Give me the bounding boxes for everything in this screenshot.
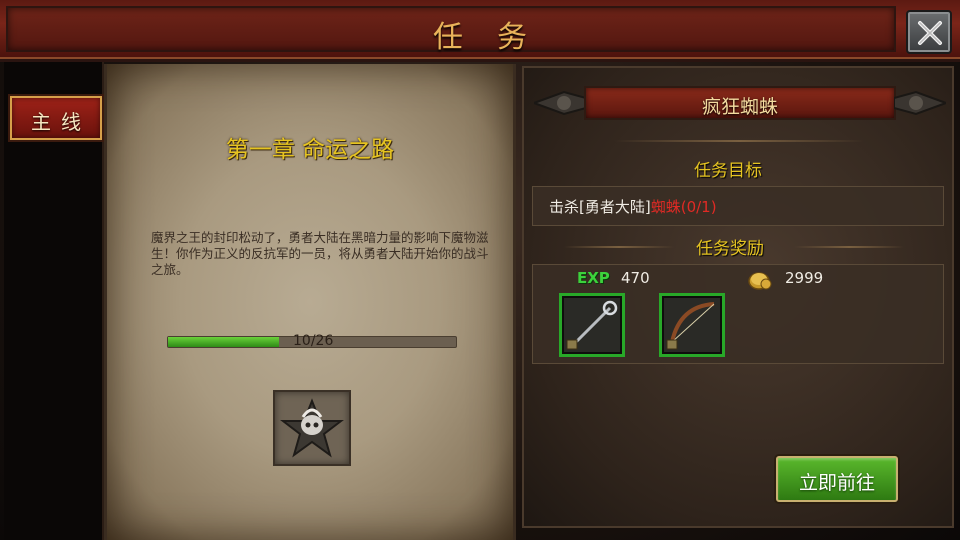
divider-top	[614, 140, 864, 142]
reward-item-bow[interactable]	[659, 293, 725, 357]
go-now-label: 立即前往	[798, 472, 875, 494]
star-skull-emblem-icon	[280, 398, 344, 458]
reward-box: EXP 470 2999	[532, 264, 944, 364]
reward-item-staff[interactable]	[559, 293, 625, 357]
banner-ornament-right-icon	[894, 90, 946, 116]
objective-box: 击杀[勇者大陆]蜘蛛(0/1)	[532, 186, 944, 226]
game-screen: 任务 主线 第一章 命运之路 魔界之王的封印松动了，勇者大陆在黑暗力量的影响下魔…	[0, 0, 960, 540]
close-button[interactable]	[906, 10, 952, 54]
gold-coin-icon	[748, 272, 772, 290]
close-icon	[918, 21, 942, 45]
staff-icon	[566, 300, 618, 350]
page-title: 任务	[433, 20, 561, 55]
chapter-progress-text: 10/26	[293, 333, 334, 349]
quest-name-banner: 疯狂蜘蛛	[584, 86, 896, 120]
chapter-story: 魔界之王的封印松动了，勇者大陆在黑暗力量的影响下魔物滋生！你作为正义的反抗军的一…	[151, 230, 489, 277]
objective-label: 任务目标	[694, 161, 762, 181]
divider-reward-left	[564, 246, 674, 248]
go-now-button[interactable]: 立即前往	[776, 456, 898, 502]
quest-name: 疯狂蜘蛛	[701, 96, 778, 118]
objective-target: 蜘蛛(0/1)	[650, 198, 717, 216]
chapter-progress-fill	[168, 337, 279, 347]
chapter-panel: 第一章 命运之路 魔界之王的封印松动了，勇者大陆在黑暗力量的影响下魔物滋生！你作…	[104, 64, 516, 540]
exp-label: EXP	[577, 269, 610, 287]
banner-ornament-left-icon	[534, 90, 586, 116]
divider-reward-right	[794, 246, 904, 248]
quest-detail-panel: 疯狂蜘蛛 任务目标 击杀[勇者大陆]蜘蛛(0/1) 任务奖励 EXP 470 2…	[522, 66, 954, 528]
exp-value: 470	[621, 269, 650, 287]
objective-prefix: 击杀[勇者大陆]	[549, 198, 651, 216]
tab-main-quest[interactable]: 主线	[10, 96, 102, 140]
objective-text: 击杀[勇者大陆]蜘蛛(0/1)	[549, 196, 717, 217]
bow-icon	[666, 302, 715, 350]
tab-main-label: 主线	[31, 110, 91, 134]
reward-label: 任务奖励	[696, 239, 764, 259]
gold-value: 2999	[785, 269, 824, 287]
chapter-badge	[273, 390, 351, 466]
chapter-title: 第一章 命运之路	[225, 137, 395, 163]
header-bar: 任务	[0, 0, 960, 62]
